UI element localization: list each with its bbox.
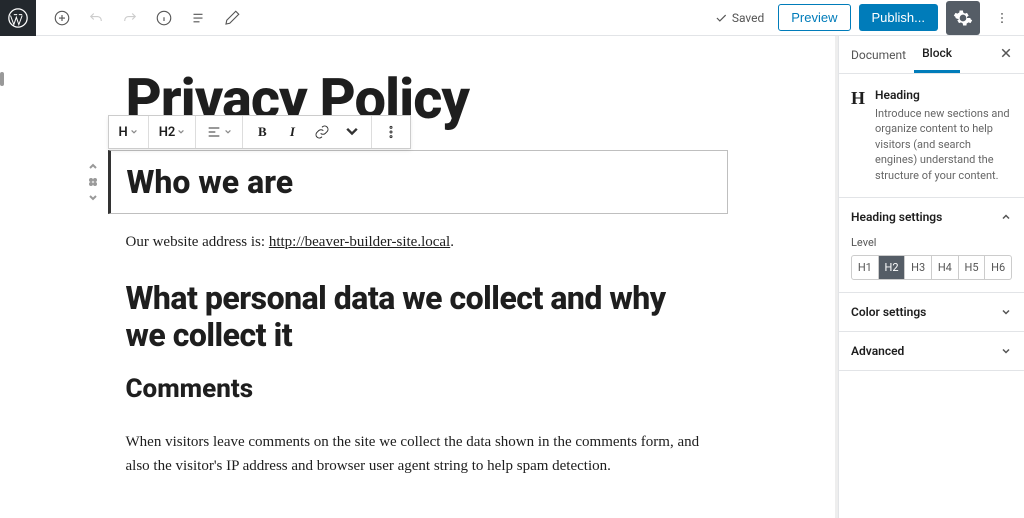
more-menu-button[interactable] — [988, 1, 1016, 35]
level-h1[interactable]: H1 — [852, 256, 879, 279]
site-url-link[interactable]: http://beaver-builder-site.local — [269, 234, 450, 250]
panel-heading-settings: Heading settings Level H1 H2 H3 H4 H5 H6 — [839, 198, 1024, 293]
edit-button[interactable] — [218, 4, 246, 32]
move-down-button[interactable] — [84, 191, 102, 205]
level-h6[interactable]: H6 — [985, 256, 1011, 279]
heading-level-group: H1 H2 H3 H4 H5 H6 — [851, 255, 1012, 280]
block-more-button[interactable] — [376, 116, 406, 148]
block-info-desc: Introduce new sections and organize cont… — [875, 106, 1012, 183]
close-sidebar-button[interactable] — [992, 39, 1020, 70]
editor-topbar: Saved Preview Publish... — [0, 0, 1024, 36]
tab-block[interactable]: Block — [914, 36, 960, 73]
block-info-panel: H Heading Introduce new sections and org… — [839, 74, 1024, 198]
italic-button[interactable]: I — [277, 116, 307, 148]
level-h2[interactable]: H2 — [879, 256, 906, 279]
settings-button[interactable] — [946, 1, 980, 35]
saved-indicator: Saved — [714, 11, 764, 25]
undo-button[interactable] — [82, 4, 110, 32]
block-mover — [84, 159, 102, 205]
heading-level-button[interactable]: H2 — [153, 116, 192, 148]
wordpress-logo[interactable] — [0, 0, 36, 36]
block-toolbar: H H2 B I — [108, 115, 412, 149]
tab-document[interactable]: Document — [843, 38, 914, 72]
move-up-button[interactable] — [84, 159, 102, 173]
panel-toggle-color-settings[interactable]: Color settings — [839, 293, 1024, 331]
more-format-button[interactable] — [337, 116, 367, 148]
block-type-button[interactable]: H — [113, 116, 144, 148]
scrollbar-thumb[interactable] — [0, 72, 4, 86]
link-button[interactable] — [307, 116, 337, 148]
heading-block[interactable]: Comments — [108, 364, 728, 414]
paragraph-block[interactable]: When visitors leave comments on the site… — [108, 414, 728, 494]
preview-button[interactable]: Preview — [778, 4, 850, 31]
level-h5[interactable]: H5 — [959, 256, 986, 279]
bold-button[interactable]: B — [247, 116, 277, 148]
redo-button[interactable] — [116, 4, 144, 32]
align-button[interactable] — [200, 116, 238, 148]
panel-toggle-heading-settings[interactable]: Heading settings — [839, 198, 1024, 236]
add-block-button[interactable] — [48, 4, 76, 32]
saved-label: Saved — [732, 11, 764, 25]
level-h4[interactable]: H4 — [932, 256, 959, 279]
selected-heading-block: H H2 B I — [108, 150, 728, 214]
publish-button[interactable]: Publish... — [859, 4, 938, 31]
heading-block[interactable]: What personal data we collect and why we… — [108, 270, 728, 364]
block-info-title: Heading — [875, 88, 1012, 102]
outline-button[interactable] — [184, 4, 212, 32]
heading-icon: H — [851, 88, 865, 183]
drag-handle[interactable] — [84, 175, 102, 189]
level-h3[interactable]: H3 — [905, 256, 932, 279]
sidebar-tabs: Document Block — [839, 36, 1024, 74]
paragraph-block[interactable]: Our website address is: http://beaver-bu… — [108, 214, 728, 270]
editor-canvas[interactable]: Privacy Policy H H2 B I — [0, 36, 835, 518]
info-button[interactable] — [150, 4, 178, 32]
panel-toggle-advanced[interactable]: Advanced — [839, 332, 1024, 370]
settings-sidebar: Document Block H Heading Introduce new s… — [838, 36, 1024, 518]
level-label: Level — [851, 236, 1012, 249]
heading-block-input[interactable]: Who we are — [108, 150, 728, 214]
